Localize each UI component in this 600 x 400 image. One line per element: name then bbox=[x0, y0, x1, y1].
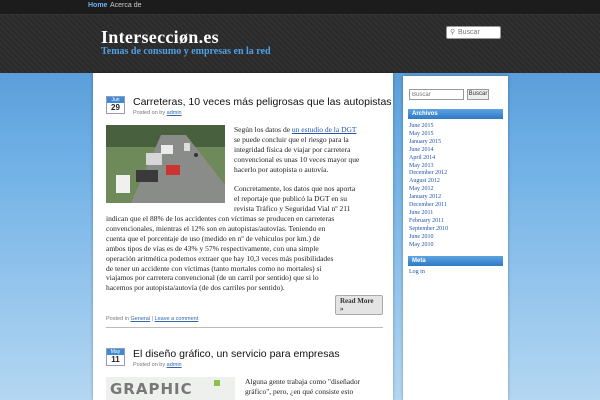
archive-link[interactable]: May 2010 bbox=[409, 242, 448, 250]
archive-link[interactable]: May 2015 bbox=[409, 131, 448, 139]
top-navigation: Home Acerca de bbox=[0, 0, 600, 15]
site-description: Temas de consumo y empresas en la red bbox=[101, 46, 271, 57]
text-line: Alguna gente trabaja como "diseñador bbox=[245, 377, 361, 386]
sidebar-search-button[interactable]: Buscar bbox=[467, 89, 489, 100]
text-line: hacemos por autopista/autovía (de dos ca… bbox=[106, 283, 285, 293]
post-meta-prefix: Posted on by bbox=[133, 362, 166, 368]
post-article: May 11 El diseño gráfico, un servicio pa… bbox=[106, 348, 383, 400]
nav-about-link[interactable]: Acerca de bbox=[110, 2, 142, 9]
archive-link[interactable]: April 2014 bbox=[409, 155, 448, 163]
text-line: cuenta que el porcentaje de uso (medido … bbox=[106, 233, 320, 243]
archive-link[interactable]: June 2011 bbox=[409, 210, 448, 218]
text-line: convencional es unas 10 veces mayor que bbox=[234, 154, 360, 164]
read-more-button[interactable]: Read More » bbox=[335, 295, 383, 315]
dgt-study-link[interactable]: un estudio de la DGT bbox=[292, 125, 357, 134]
post-excerpt-intro: Según los datos de un estudio de la DGT … bbox=[234, 125, 384, 175]
site-header bbox=[0, 15, 600, 73]
author-link[interactable]: admin bbox=[167, 362, 182, 368]
nav-home-link[interactable]: Home bbox=[88, 2, 107, 9]
archives-list: June 2015 May 2015 January 2015 June 2014 Ap… bbox=[409, 123, 448, 250]
thumbnail-logo-text: GRAPHIC bbox=[110, 380, 193, 398]
meta-widget-title: Meta bbox=[408, 256, 503, 266]
archive-link[interactable]: January 2015 bbox=[409, 139, 448, 147]
text-line: ambos tipos de vías es de 43% y 57% resp… bbox=[106, 243, 319, 253]
text-line: convencionales, mientras el 12% son en a… bbox=[106, 223, 326, 233]
post-thumbnail[interactable]: GRAPHIC bbox=[106, 377, 235, 400]
archive-link[interactable]: January 2012 bbox=[409, 194, 448, 202]
text-line: integridad física de viajar por carreter… bbox=[234, 144, 351, 154]
site-title[interactable]: Intersecciøn.es bbox=[101, 27, 219, 48]
post-title[interactable]: El diseño gráfico, un servicio para empr… bbox=[133, 348, 340, 360]
archive-link[interactable]: September 2010 bbox=[409, 226, 448, 234]
archive-link[interactable]: May 2013 bbox=[409, 163, 448, 171]
archive-link[interactable]: June 2015 bbox=[409, 123, 448, 131]
text-line: revista Tráfico y Seguridad Vial nº 211 bbox=[234, 203, 351, 213]
color-swatch bbox=[214, 380, 220, 386]
text-line: hacerlo por autopista o autovía. bbox=[234, 164, 329, 174]
text-line: el reportaje que publicó la DGT en su bbox=[234, 193, 347, 203]
search-icon: ⚲ bbox=[450, 29, 456, 36]
text-line: indican que el 88% de los accidentes con… bbox=[106, 214, 335, 223]
post-footer: Posted in General | Leave a comment bbox=[106, 316, 198, 322]
post-meta: Posted on by admin bbox=[133, 362, 182, 368]
footer-separator: | bbox=[151, 316, 154, 322]
post-footer-prefix: Posted in bbox=[106, 316, 129, 322]
text-line: Concretamente, los datos que nos aporta bbox=[234, 184, 356, 193]
post-meta-prefix: Posted on by bbox=[133, 110, 166, 116]
post-divider bbox=[106, 327, 383, 328]
date-day: 11 bbox=[111, 355, 120, 364]
text-line: Según los datos de bbox=[234, 125, 291, 134]
post-article: Jun 29 Carreteras, 10 veces más peligros… bbox=[106, 96, 392, 336]
post-excerpt-body: indican que el 88% de los accidentes con… bbox=[106, 214, 383, 293]
meta-list: Log in bbox=[409, 269, 425, 277]
header-search-box[interactable]: ⚲ bbox=[446, 26, 501, 39]
archive-link[interactable]: June 2014 bbox=[409, 147, 448, 155]
date-day: 29 bbox=[111, 103, 120, 112]
archive-link[interactable]: February 2011 bbox=[409, 218, 448, 226]
post-title[interactable]: Carreteras, 10 veces más peligrosas que … bbox=[133, 96, 392, 108]
main-content: Jun 29 Carreteras, 10 veces más peligros… bbox=[93, 73, 393, 400]
text-line: viajamos por carretera convencional (de … bbox=[106, 273, 319, 283]
date-badge: Jun 29 bbox=[106, 96, 125, 114]
archive-link[interactable]: June 2010 bbox=[409, 234, 448, 242]
archive-link[interactable]: August 2012 bbox=[409, 178, 448, 186]
login-link[interactable]: Log in bbox=[409, 269, 425, 277]
sidebar-search-input[interactable] bbox=[409, 89, 464, 100]
post-excerpt-side: Concretamente, los datos que nos aporta … bbox=[234, 184, 384, 214]
text-line: gráfico", pero, ¿en qué consiste esto bbox=[245, 386, 354, 396]
archive-link[interactable]: December 2011 bbox=[409, 202, 448, 210]
sidebar: Buscar Archivos June 2015May 2015January… bbox=[403, 76, 508, 400]
post-meta: Posted on by admin bbox=[133, 110, 182, 116]
archives-widget-title: Archivos bbox=[408, 109, 503, 119]
archive-link[interactable]: December 2012 bbox=[409, 170, 448, 178]
author-link[interactable]: admin bbox=[167, 110, 182, 116]
category-link[interactable]: General bbox=[130, 316, 150, 322]
text-line: de tener un accidente con víctimas (tant… bbox=[106, 263, 322, 273]
leave-comment-link[interactable]: Leave a comment bbox=[155, 316, 199, 322]
text-line: se puede concluir que el riesgo para la bbox=[234, 134, 349, 144]
header-search-input[interactable] bbox=[458, 27, 500, 38]
date-badge: May 11 bbox=[106, 348, 125, 366]
text-line: operación aritmética podemos extraer que… bbox=[106, 253, 334, 263]
post-excerpt-intro: Alguna gente trabaja como "diseñador grá… bbox=[245, 377, 385, 397]
archive-link[interactable]: May 2012 bbox=[409, 186, 448, 194]
post-thumbnail[interactable] bbox=[106, 125, 225, 203]
